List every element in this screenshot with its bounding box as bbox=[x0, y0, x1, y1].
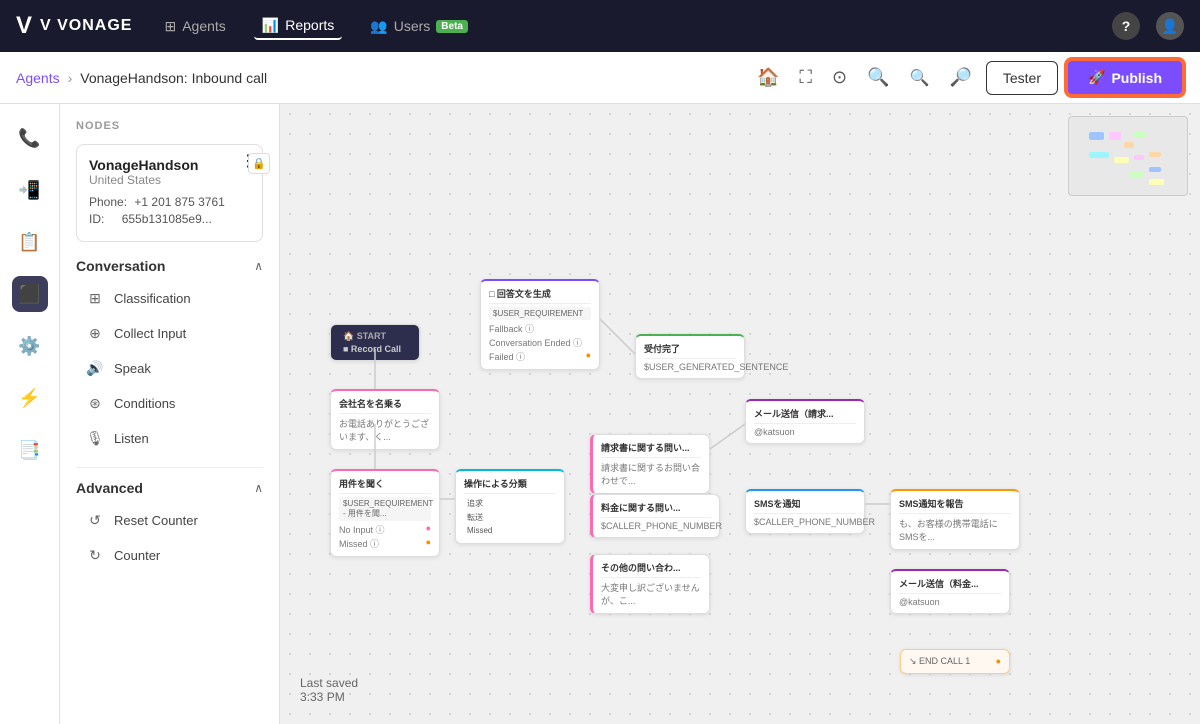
conditions-icon: ⊛ bbox=[86, 395, 104, 412]
agent-phone: Phone: +1 201 875 3761 bbox=[89, 195, 250, 209]
node-other-inquiry[interactable]: その他の問い合わ... 大変申し訳ございませんが、こ... bbox=[590, 554, 710, 614]
breadcrumb-current: VonageHandson: Inbound call bbox=[80, 70, 267, 86]
target-tool-icon[interactable]: ⊙ bbox=[826, 63, 853, 92]
node-sms-report[interactable]: SMS通知を報告 も、お客様の携帯電話にSMSを... bbox=[890, 489, 1020, 550]
start-node[interactable]: 🏠 START ■ Record Call bbox=[330, 324, 420, 361]
conversation-section-header[interactable]: Conversation ∧ bbox=[76, 258, 263, 274]
speak-node-item[interactable]: 🔊 Speak bbox=[76, 352, 263, 385]
node-sms-notify[interactable]: SMSを通知 $CALLER_PHONE_NUMBER bbox=[745, 489, 865, 534]
canvas[interactable]: 🏠 START ■ Record Call 会社名を名乗る お電話ありがとうござ… bbox=[280, 104, 1200, 724]
nav-items: ⊞ Agents 📊 Reports 👥 Users Beta bbox=[156, 13, 475, 40]
home-tool-icon[interactable]: 🏠 bbox=[751, 63, 785, 92]
nodes-panel-title: NODES bbox=[76, 120, 263, 132]
sidebar-list-icon[interactable]: 📑 bbox=[12, 432, 48, 468]
publish-button[interactable]: 🚀 Publish bbox=[1066, 59, 1184, 96]
agent-info-card: ⋮ 🔒 VonageHandson United States Phone: +… bbox=[76, 144, 263, 242]
nodes-panel: NODES ⋮ 🔒 VonageHandson United States Ph… bbox=[60, 104, 280, 724]
node-reception-complete[interactable]: 受付完了 $USER_GENERATED_SENTENCE bbox=[635, 334, 745, 379]
lock-icon[interactable]: 🔒 bbox=[248, 153, 270, 174]
conversation-chevron: ∧ bbox=[254, 259, 263, 273]
rocket-icon: 🚀 bbox=[1088, 69, 1105, 86]
nav-users[interactable]: 👥 Users Beta bbox=[362, 14, 476, 39]
node-fee-inquiry[interactable]: 料金に関する問い... $CALLER_PHONE_NUMBER bbox=[590, 494, 720, 538]
collect-input-icon: ⊕ bbox=[86, 325, 104, 342]
classification-node-item[interactable]: ⊞ Classification bbox=[76, 282, 263, 315]
user-icon[interactable]: 👤 bbox=[1156, 12, 1184, 40]
agent-id: ID: 655b131085e9... bbox=[89, 212, 250, 226]
node-billing-inquiry[interactable]: 請求書に関する問い... 請求書に関するお問い合わせで... bbox=[590, 434, 710, 494]
zoom-in-tool-icon[interactable]: 🔍 bbox=[904, 64, 936, 92]
left-sidebar: 📞 📲 📋 ⬛ ⚙️ ⚡ 📑 bbox=[0, 104, 60, 724]
expand-tool-icon[interactable]: ⛶ bbox=[793, 63, 818, 92]
sidebar-call-icon[interactable]: 📲 bbox=[12, 172, 48, 208]
node-listen-request[interactable]: 用件を聞く $USER_REQUIREMENT - 用件を聞... No Inp… bbox=[330, 469, 440, 557]
reset-counter-icon: ↺ bbox=[86, 512, 104, 529]
advanced-chevron: ∧ bbox=[254, 481, 263, 495]
search-tool-icon[interactable]: 🔎 bbox=[943, 63, 977, 92]
sidebar-phone-icon[interactable]: 📞 bbox=[12, 120, 48, 156]
speak-icon: 🔊 bbox=[86, 360, 104, 377]
listen-node-item[interactable]: 🎙 Listen bbox=[76, 422, 263, 455]
nav-right: ? 👤 bbox=[1112, 12, 1184, 40]
conditions-node-item[interactable]: ⊛ Conditions bbox=[76, 387, 263, 420]
counter-icon: ↻ bbox=[86, 547, 104, 564]
sidebar-settings-icon[interactable]: ⚙️ bbox=[12, 328, 48, 364]
help-icon[interactable]: ? bbox=[1112, 12, 1140, 40]
nav-agents[interactable]: ⊞ Agents bbox=[156, 14, 233, 39]
logo[interactable]: V V VONAGE bbox=[16, 12, 132, 40]
last-saved: Last saved 3:33 PM bbox=[300, 676, 358, 704]
sidebar-flow-icon[interactable]: ⬛ bbox=[12, 276, 48, 312]
nav-reports[interactable]: 📊 Reports bbox=[254, 13, 342, 40]
agent-name: VonageHandson bbox=[89, 157, 250, 173]
breadcrumb: Agents › VonageHandson: Inbound call bbox=[16, 70, 267, 86]
agent-country: United States bbox=[89, 173, 250, 187]
zoom-out-tool-icon[interactable]: 🔍 bbox=[861, 63, 895, 92]
sidebar-bolt-icon[interactable]: ⚡ bbox=[12, 380, 48, 416]
top-nav: V V VONAGE ⊞ Agents 📊 Reports 👥 Users Be… bbox=[0, 0, 1200, 52]
node-classify-action[interactable]: 操作による分類 追求 転送 Missed bbox=[455, 469, 565, 544]
counter-node-item[interactable]: ↻ Counter bbox=[76, 539, 263, 572]
section-divider bbox=[76, 467, 263, 468]
sub-nav-tools: 🏠 ⛶ ⊙ 🔍 🔍 🔎 Tester 🚀 Publish bbox=[751, 59, 1184, 96]
node-company-name[interactable]: 会社名を名乗る お電話ありがとうございます、く... bbox=[330, 389, 440, 450]
reset-counter-node-item[interactable]: ↺ Reset Counter bbox=[76, 504, 263, 537]
sub-nav: Agents › VonageHandson: Inbound call 🏠 ⛶… bbox=[0, 52, 1200, 104]
beta-badge: Beta bbox=[436, 20, 468, 33]
node-generate-answer[interactable]: □ 回答文を生成 $USER_REQUIREMENT Fallback ⓘ Co… bbox=[480, 279, 600, 370]
minimap bbox=[1068, 116, 1188, 196]
node-email-billing[interactable]: メール送信（請求... @katsuon bbox=[745, 399, 865, 444]
node-email-fee[interactable]: メール送信（料金... @katsuon bbox=[890, 569, 1010, 614]
listen-icon: 🎙 bbox=[86, 430, 104, 447]
tester-button[interactable]: Tester bbox=[986, 61, 1058, 95]
classification-icon: ⊞ bbox=[86, 290, 104, 307]
advanced-section-header[interactable]: Advanced ∧ bbox=[76, 480, 263, 496]
breadcrumb-agents-link[interactable]: Agents bbox=[16, 70, 60, 86]
breadcrumb-separator: › bbox=[68, 70, 73, 86]
collect-input-node-item[interactable]: ⊕ Collect Input bbox=[76, 317, 263, 350]
sidebar-contacts-icon[interactable]: 📋 bbox=[12, 224, 48, 260]
end-call-node[interactable]: ↘ END CALL 1 ● bbox=[900, 649, 1010, 674]
